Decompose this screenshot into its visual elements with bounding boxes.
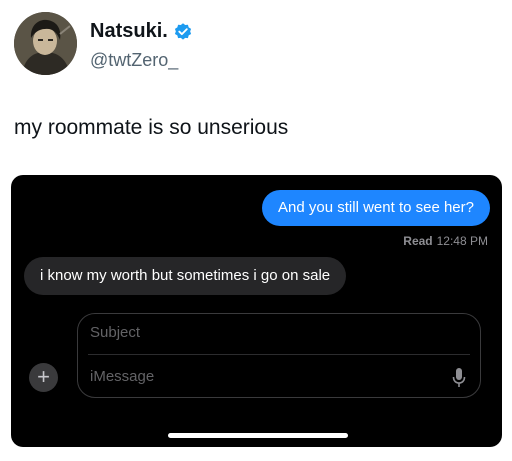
read-receipt: Read 12:48 PM [403,234,488,248]
plus-button[interactable]: + [29,363,58,392]
compose-divider [88,354,470,355]
read-label: Read [403,234,433,248]
avatar-image [14,12,77,75]
plus-icon: + [37,364,50,389]
compose-box[interactable] [77,313,481,398]
display-name-row: Natsuki. [90,20,193,43]
subject-field[interactable] [90,324,450,341]
tweet-header: Natsuki. @twtZero_ [14,12,498,78]
message-screenshot: And you still went to see her? Read 12:4… [11,175,502,447]
handle[interactable]: @twtZero_ [90,50,178,71]
avatar[interactable] [14,12,77,75]
sent-message-bubble: And you still went to see her? [262,190,490,226]
verified-badge-icon [173,22,193,42]
received-message-bubble: i know my worth but sometimes i go on sa… [24,257,347,295]
read-time: 12:48 PM [436,234,488,248]
message-input[interactable] [90,368,430,385]
home-indicator [168,433,348,438]
microphone-icon[interactable] [452,367,466,389]
tweet-text: my roommate is so unserious [14,116,289,139]
display-name[interactable]: Natsuki. [90,20,168,43]
